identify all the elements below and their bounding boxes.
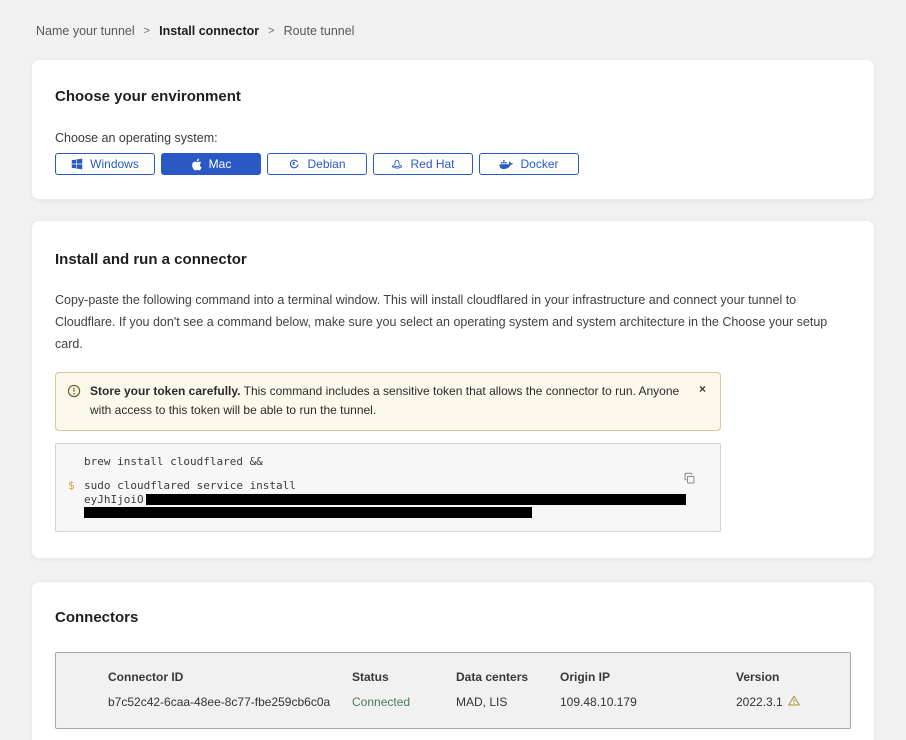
close-icon[interactable]: × (695, 381, 710, 397)
column-header-status: Status (352, 670, 456, 684)
os-button-label: Docker (520, 157, 558, 171)
warning-triangle-icon (788, 695, 800, 709)
os-select-label: Choose an operating system: (55, 131, 851, 145)
environment-card: Choose your environment Choose an operat… (31, 59, 875, 200)
redhat-icon (391, 158, 403, 171)
breadcrumb-name-your-tunnel[interactable]: Name your tunnel (36, 24, 135, 38)
os-button-group: Windows Mac Debian Red Hat Docker (55, 153, 851, 175)
warning-title: Store your token carefully. (90, 384, 241, 398)
connectors-card: Connectors Connector ID b7c52c42-6caa-48… (31, 581, 875, 740)
column-header-data-centers: Data centers (456, 670, 560, 684)
os-button-label: Mac (209, 157, 232, 171)
column-header-connector-id: Connector ID (108, 670, 352, 684)
column-header-version: Version (736, 670, 840, 684)
os-button-label: Red Hat (410, 157, 454, 171)
environment-card-title: Choose your environment (55, 88, 851, 105)
status-badge: Connected (352, 695, 456, 709)
redacted-token-bar (84, 507, 532, 518)
version-value: 2022.3.1 (736, 695, 783, 709)
os-button-redhat[interactable]: Red Hat (373, 153, 473, 175)
breadcrumb: Name your tunnel > Install connector > R… (0, 0, 906, 38)
os-button-mac[interactable]: Mac (161, 153, 261, 175)
docker-icon (499, 158, 513, 170)
install-card-description: Copy-paste the following command into a … (55, 290, 851, 356)
install-command-codeblock: brew install cloudflared && $ sudo cloud… (55, 443, 721, 532)
terminal-prompt: $ (56, 479, 84, 518)
windows-icon (71, 158, 83, 170)
os-button-windows[interactable]: Windows (55, 153, 155, 175)
code-line-service-install: sudo cloudflared service install (84, 479, 720, 492)
column-header-origin-ip: Origin IP (560, 670, 736, 684)
data-centers-value: MAD, LIS (456, 695, 560, 709)
copy-icon[interactable] (681, 470, 698, 490)
debian-icon (288, 158, 300, 170)
os-button-docker[interactable]: Docker (479, 153, 579, 175)
connector-id-value: b7c52c42-6caa-48ee-8c77-fbe259cb6c0a (108, 695, 352, 709)
breadcrumb-route-tunnel[interactable]: Route tunnel (284, 24, 355, 38)
apple-icon (191, 158, 202, 171)
alert-circle-icon (67, 384, 81, 405)
install-card-title: Install and run a connector (55, 251, 851, 268)
breadcrumb-separator: > (268, 25, 274, 37)
breadcrumb-separator: > (144, 25, 150, 37)
breadcrumb-install-connector[interactable]: Install connector (159, 24, 259, 38)
os-button-label: Debian (307, 157, 345, 171)
connectors-card-title: Connectors (55, 609, 851, 626)
os-button-debian[interactable]: Debian (267, 153, 367, 175)
origin-ip-value: 109.48.10.179 (560, 695, 736, 709)
token-prefix: eyJhIjoiO (84, 493, 144, 506)
token-warning-banner: Store your token carefully. This command… (55, 372, 721, 432)
code-line-brew-install: brew install cloudflared && (56, 455, 720, 468)
os-button-label: Windows (90, 157, 139, 171)
connector-table-row: Connector ID b7c52c42-6caa-48ee-8c77-fbe… (55, 652, 851, 729)
redacted-token-bar (146, 494, 686, 505)
install-connector-card: Install and run a connector Copy-paste t… (31, 220, 875, 559)
